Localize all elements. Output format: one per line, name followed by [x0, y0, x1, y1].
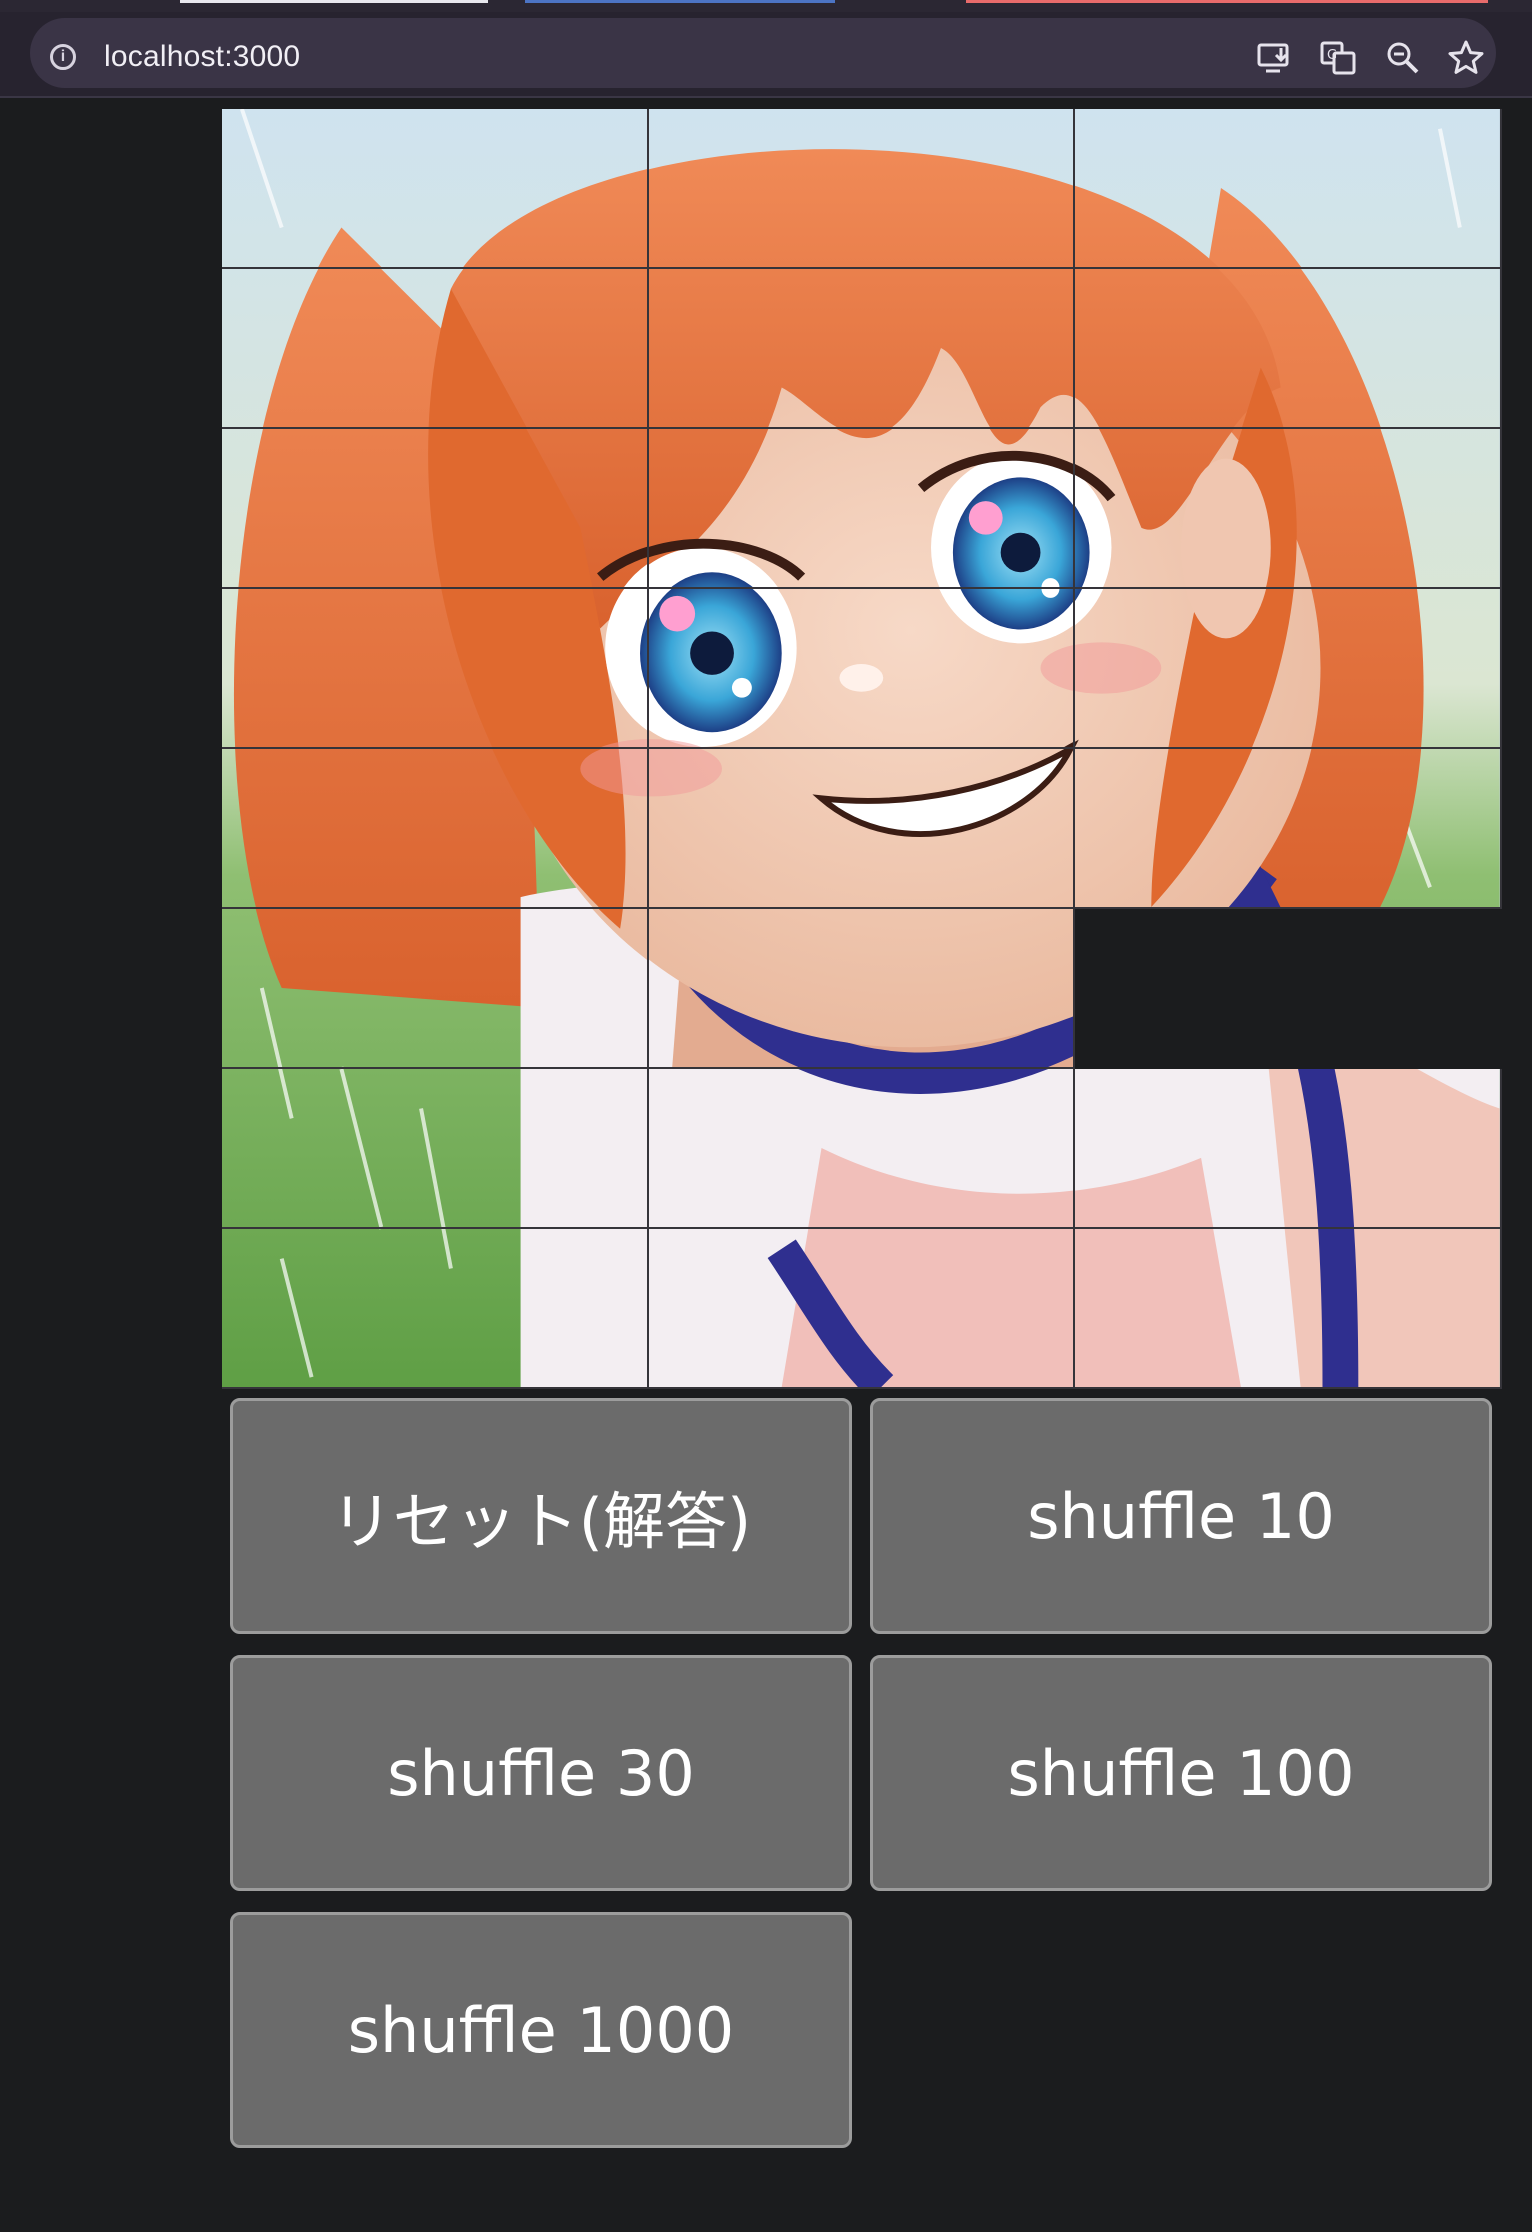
puzzle-tile[interactable]: [222, 749, 649, 909]
zoom-icon[interactable]: [1383, 38, 1423, 78]
puzzle-tile-image: [649, 749, 1074, 907]
puzzle-tile[interactable]: [1075, 749, 1502, 909]
puzzle-tile[interactable]: [222, 909, 649, 1069]
puzzle-tile-image: [222, 429, 647, 587]
puzzle-tile-image: [222, 589, 647, 747]
puzzle-tile-image: [649, 1229, 1074, 1387]
puzzle-tile[interactable]: [1075, 1229, 1502, 1389]
puzzle-tile-image: [222, 109, 647, 267]
puzzle-tile[interactable]: [1075, 589, 1502, 749]
puzzle-tile[interactable]: [1075, 269, 1502, 429]
reset-button[interactable]: リセット(解答): [230, 1398, 852, 1634]
tab-indicator[interactable]: [966, 0, 1488, 3]
browser-toolbar: i localhost:3000 G: [0, 12, 1532, 98]
tab-indicator[interactable]: [525, 0, 835, 3]
info-icon[interactable]: i: [50, 44, 76, 70]
puzzle-tile-image: [1075, 109, 1500, 267]
puzzle-tile[interactable]: [648, 749, 1076, 909]
puzzle-tile-image: [649, 589, 1074, 747]
url-text[interactable]: localhost:3000: [104, 40, 300, 74]
puzzle-tile[interactable]: [648, 589, 1076, 749]
puzzle-empty-slot[interactable]: [1075, 909, 1502, 1069]
shuffle-10-button[interactable]: shuffle 10: [870, 1398, 1492, 1634]
puzzle-tile-image: [649, 109, 1074, 267]
puzzle-tile[interactable]: [222, 109, 649, 269]
puzzle-tile[interactable]: [1075, 429, 1502, 589]
puzzle-tile-image: [1075, 429, 1500, 587]
svg-text:G: G: [1327, 48, 1337, 63]
puzzle-tile[interactable]: [222, 1069, 649, 1229]
puzzle-tile-image: [222, 749, 647, 907]
tab-strip: [0, 0, 1532, 12]
sliding-puzzle-board: [222, 109, 1502, 1389]
puzzle-tile[interactable]: [648, 269, 1076, 429]
shuffle-1000-button[interactable]: shuffle 1000: [230, 1912, 852, 2148]
puzzle-tile-image: [222, 909, 647, 1067]
tab-indicator[interactable]: [180, 0, 488, 3]
shuffle-30-button[interactable]: shuffle 30: [230, 1655, 852, 1891]
puzzle-tile[interactable]: [648, 1069, 1076, 1229]
shuffle-100-button[interactable]: shuffle 100: [870, 1655, 1492, 1891]
install-app-icon[interactable]: [1254, 38, 1294, 78]
puzzle-tile[interactable]: [648, 909, 1076, 1069]
puzzle-tile[interactable]: [222, 429, 649, 589]
puzzle-tile-image: [649, 909, 1074, 1067]
puzzle-tile-image: [1075, 749, 1500, 907]
puzzle-tile-image: [1075, 589, 1500, 747]
translate-icon[interactable]: G: [1318, 38, 1358, 78]
puzzle-tile-image: [1075, 1229, 1500, 1387]
puzzle-tile[interactable]: [222, 589, 649, 749]
puzzle-tile-image: [1075, 1069, 1500, 1227]
puzzle-tile[interactable]: [1075, 109, 1502, 269]
puzzle-tile-image: [649, 1069, 1074, 1227]
puzzle-tile[interactable]: [222, 1229, 649, 1389]
bookmark-star-icon[interactable]: [1446, 38, 1486, 78]
puzzle-tile-image: [222, 269, 647, 427]
puzzle-tile[interactable]: [222, 269, 649, 429]
puzzle-tile-image: [222, 1069, 647, 1227]
puzzle-tile[interactable]: [648, 1229, 1076, 1389]
puzzle-tile[interactable]: [1075, 1069, 1502, 1229]
puzzle-tile-image: [222, 1229, 647, 1387]
puzzle-tile[interactable]: [648, 109, 1076, 269]
puzzle-tile-image: [649, 429, 1074, 587]
puzzle-tile-image: [649, 269, 1074, 427]
puzzle-tile[interactable]: [648, 429, 1076, 589]
puzzle-tile-image: [1075, 269, 1500, 427]
